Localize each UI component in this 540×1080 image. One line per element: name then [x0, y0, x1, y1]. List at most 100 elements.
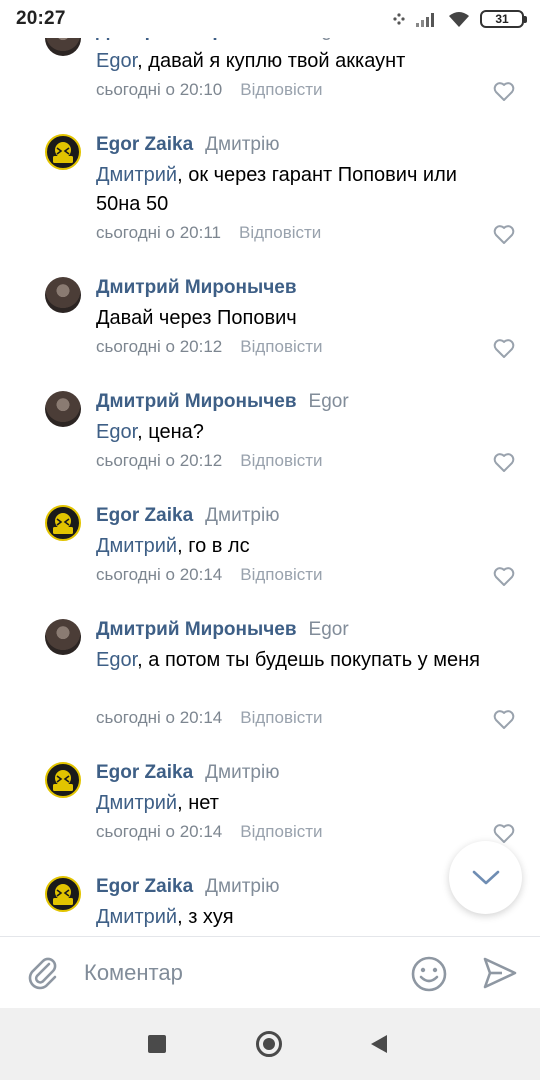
- avatar[interactable]: [45, 505, 81, 541]
- smiley-icon[interactable]: [410, 955, 448, 993]
- comment-input[interactable]: [84, 951, 384, 995]
- burn-logo-icon: [53, 513, 73, 534]
- status-icons: 31: [392, 10, 527, 28]
- wifi-icon: [449, 11, 469, 27]
- comment-mention[interactable]: Дмитрий: [96, 792, 177, 814]
- reply-button[interactable]: Відповісти: [240, 80, 322, 100]
- scroll-down-button[interactable]: [449, 841, 522, 914]
- comment-header: Egor Zaika Дмитрію: [96, 134, 279, 160]
- comment-body: , цена?: [137, 421, 204, 443]
- comment-reply-to[interactable]: Дмитрію: [205, 134, 279, 156]
- back-button[interactable]: [370, 1034, 388, 1054]
- reply-button[interactable]: Відповісти: [240, 565, 322, 585]
- like-heart-icon[interactable]: [492, 222, 516, 246]
- comment-meta: сьогодні о 20:12 Відповісти: [96, 335, 323, 359]
- comment-text: Дмитрий, з хуя: [96, 903, 496, 932]
- like-heart-icon[interactable]: [492, 450, 516, 474]
- battery-level: 31: [495, 12, 509, 26]
- comment-author[interactable]: Egor Zaika: [96, 134, 193, 156]
- comment-meta: сьогодні о 20:12 Відповісти: [96, 449, 323, 473]
- alarm-icon: [393, 13, 405, 25]
- reply-button[interactable]: Відповісти: [240, 337, 322, 357]
- burn-logo-icon: [53, 142, 73, 163]
- comment-reply-to[interactable]: Дмитрію: [205, 876, 279, 898]
- like-heart-icon[interactable]: [492, 564, 516, 588]
- comment-mention[interactable]: Egor: [96, 421, 137, 443]
- comment-header: Egor Zaika Дмитрію: [96, 505, 279, 531]
- reply-button[interactable]: Відповісти: [240, 708, 322, 728]
- comment-time: сьогодні о 20:12: [96, 451, 223, 470]
- comment-body: , нет: [177, 792, 219, 814]
- avatar[interactable]: [45, 762, 81, 798]
- comment-time: сьогодні о 20:11: [96, 223, 221, 242]
- comment-author[interactable]: Дмитрий Миронычев: [96, 619, 297, 641]
- comment-body: , а потом ты будешь покупать у меня: [137, 649, 480, 671]
- comment-mention[interactable]: Дмитрий: [96, 906, 177, 928]
- send-arrow-icon[interactable]: [482, 955, 518, 991]
- comment-header: Egor Zaika Дмитрію: [96, 876, 279, 902]
- comment-meta: сьогодні о 20:14 Відповісти: [96, 563, 323, 587]
- comment-body: Давай через Попович: [96, 307, 297, 329]
- comment-header: Egor Zaika Дмитрію: [96, 762, 279, 788]
- status-bar: 20:27 31: [0, 0, 540, 38]
- comments-list[interactable]: Дмитрий МиронычевEgorEgor, давай я куплю…: [0, 0, 540, 936]
- navigation-bar: [0, 1008, 540, 1080]
- comment-body: , давай я куплю твой аккаунт: [137, 50, 406, 72]
- recent-apps-button[interactable]: [148, 1035, 166, 1053]
- comment-reply-to[interactable]: Дмитрію: [205, 505, 279, 527]
- comment-body: , з хуя: [177, 906, 234, 928]
- avatar[interactable]: [45, 134, 81, 170]
- comment-author[interactable]: Egor Zaika: [96, 876, 193, 898]
- home-button[interactable]: [256, 1031, 282, 1057]
- comment-body: , го в лс: [177, 535, 250, 557]
- burn-logo-icon: [53, 770, 73, 791]
- comment-author[interactable]: Дмитрий Миронычев: [96, 277, 297, 299]
- avatar[interactable]: [45, 277, 81, 313]
- comment-time: сьогодні о 20:14: [96, 822, 223, 841]
- avatar[interactable]: [45, 876, 81, 912]
- comment-mention[interactable]: Egor: [96, 50, 137, 72]
- avatar[interactable]: [45, 619, 81, 655]
- reply-button[interactable]: Відповісти: [239, 223, 321, 243]
- comment-author[interactable]: Дмитрий Миронычев: [96, 391, 297, 413]
- comment-meta: сьогодні о 20:11 Відповісти: [96, 221, 321, 245]
- reply-button[interactable]: Відповісти: [240, 822, 322, 842]
- comment-time: сьогодні о 20:12: [96, 337, 223, 356]
- comment-reply-to[interactable]: Egor: [309, 391, 349, 413]
- comment-time: сьогодні о 20:14: [96, 565, 223, 584]
- comment-mention[interactable]: Дмитрий: [96, 164, 177, 186]
- battery-indicator: 31: [480, 10, 527, 28]
- comment-text: Дмитрий, нет: [96, 789, 496, 818]
- comment-header: Дмитрий Миронычев: [96, 277, 297, 303]
- comment-header: Дмитрий Миронычев Egor: [96, 619, 349, 645]
- chevron-down-icon: [472, 870, 499, 884]
- comment-reply-to[interactable]: Egor: [309, 619, 349, 641]
- like-heart-icon[interactable]: [492, 336, 516, 360]
- like-heart-icon[interactable]: [492, 707, 516, 731]
- burn-logo-icon: [53, 884, 73, 905]
- comment-mention[interactable]: Дмитрий: [96, 535, 177, 557]
- comment-meta: сьогодні о 20:14 Відповісти: [96, 820, 323, 844]
- paperclip-icon[interactable]: [25, 955, 61, 991]
- status-time: 20:27: [16, 8, 66, 29]
- avatar[interactable]: [45, 391, 81, 427]
- comment-time: сьогодні о 20:10: [96, 80, 223, 99]
- comment-author[interactable]: Egor Zaika: [96, 762, 193, 784]
- comment-header: Дмитрий Миронычев Egor: [96, 391, 349, 417]
- comment-text: Давай через Попович: [96, 304, 496, 333]
- comment-text: Egor, а потом ты будешь покупать у меня: [96, 646, 496, 675]
- comment-reply-to[interactable]: Дмитрію: [205, 762, 279, 784]
- comment-mention[interactable]: Egor: [96, 649, 137, 671]
- like-heart-icon[interactable]: [492, 821, 516, 845]
- comment-meta: сьогодні о 20:10 Відповісти: [96, 78, 323, 102]
- comment-author[interactable]: Egor Zaika: [96, 505, 193, 527]
- comment-text: Egor, цена?: [96, 418, 496, 447]
- comment-input-bar: [0, 936, 540, 1008]
- comments-screen: Дмитрий МиронычевEgorEgor, давай я куплю…: [0, 0, 540, 1080]
- comment-text: Egor, давай я куплю твой аккаунт: [96, 47, 496, 76]
- comment-meta: сьогодні о 20:14 Відповісти: [96, 706, 323, 730]
- comment-time: сьогодні о 20:14: [96, 708, 223, 727]
- like-heart-icon[interactable]: [492, 79, 516, 103]
- comment-text: Дмитрий, го в лс: [96, 532, 496, 561]
- reply-button[interactable]: Відповісти: [240, 451, 322, 471]
